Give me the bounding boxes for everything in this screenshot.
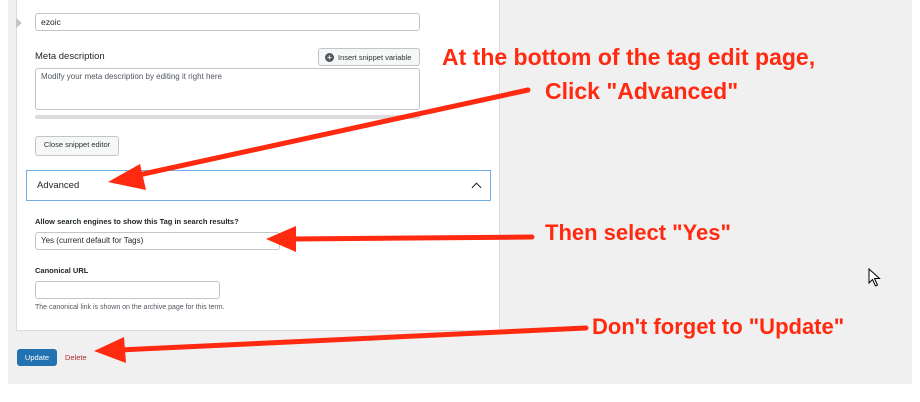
mouse-cursor-icon	[868, 268, 881, 287]
arrow-to-update	[94, 325, 589, 363]
arrow-to-select	[266, 226, 535, 252]
annotation-arrows	[94, 87, 589, 363]
arrow-to-advanced	[108, 87, 531, 190]
